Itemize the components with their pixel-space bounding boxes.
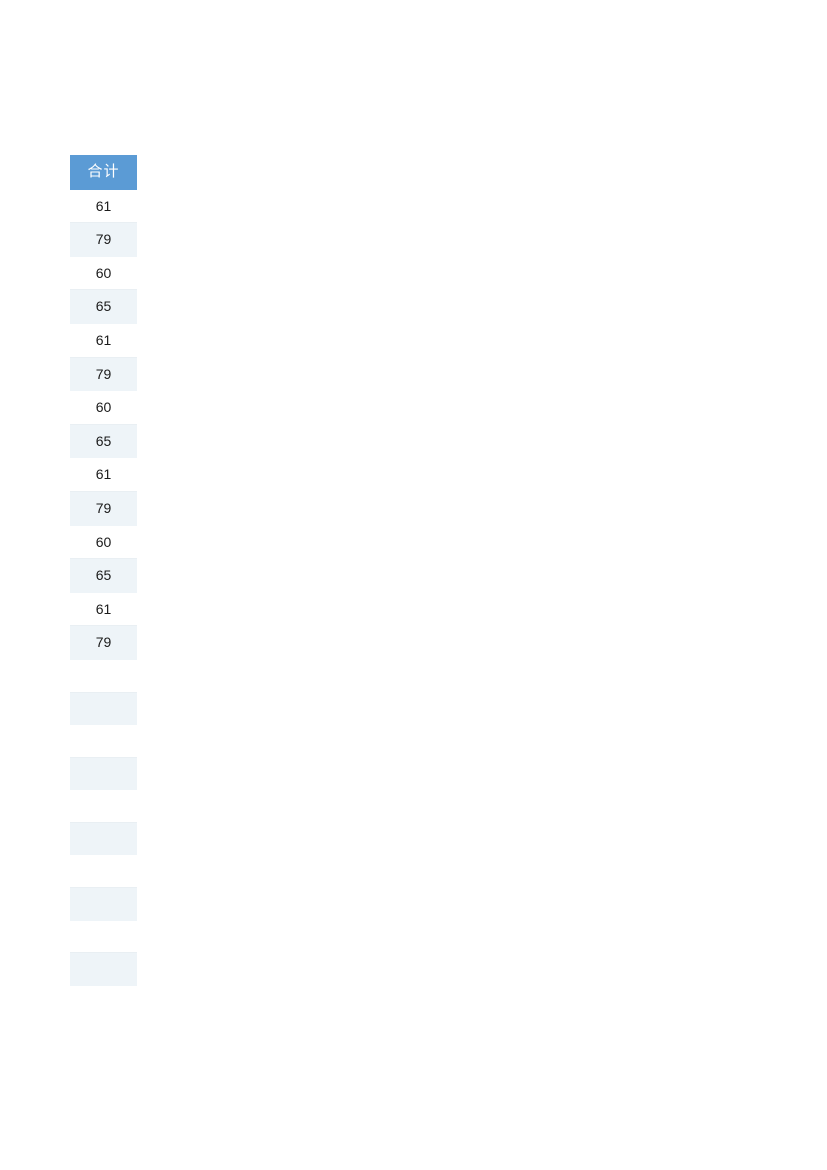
cell-total[interactable]	[70, 658, 137, 693]
cell-total[interactable]	[70, 789, 137, 823]
table-body: 61 79 60 65 61 79 60 65 61 79 60 65 61 79	[70, 188, 137, 986]
table-row: 79	[70, 356, 137, 392]
table-row: 60	[70, 390, 137, 425]
table-row	[70, 952, 137, 986]
table-row: 65	[70, 423, 137, 459]
cell-total[interactable]: 65	[70, 423, 137, 459]
table-row	[70, 724, 137, 758]
cell-total[interactable]: 60	[70, 255, 137, 291]
table-row: 65	[70, 558, 137, 593]
cell-total[interactable]: 60	[70, 390, 137, 425]
table-row	[70, 854, 137, 889]
table-row: 60	[70, 524, 137, 560]
cell-total[interactable]: 65	[70, 558, 137, 593]
table-row: 61	[70, 457, 137, 492]
cell-total[interactable]	[70, 854, 137, 889]
table-row: 61	[70, 322, 137, 358]
table-row	[70, 658, 137, 693]
cell-total[interactable]: 79	[70, 356, 137, 392]
table-row: 60	[70, 255, 137, 291]
cell-total[interactable]	[70, 952, 137, 986]
cell-total[interactable]: 79	[70, 625, 137, 660]
cell-total[interactable]: 61	[70, 591, 137, 627]
table-header-row: 合计	[70, 155, 137, 190]
cell-total[interactable]: 79	[70, 222, 137, 257]
table-row: 79	[70, 490, 137, 526]
table-row: 79	[70, 625, 137, 660]
cell-total[interactable]: 61	[70, 457, 137, 492]
table-row	[70, 821, 137, 856]
table-row: 61	[70, 188, 137, 224]
table-row	[70, 919, 137, 954]
table-row	[70, 756, 137, 791]
cell-total[interactable]	[70, 821, 137, 856]
cell-total[interactable]: 60	[70, 524, 137, 560]
cell-total[interactable]: 65	[70, 289, 137, 324]
column-header-total[interactable]: 合计	[70, 155, 137, 190]
cell-total[interactable]: 61	[70, 322, 137, 358]
table-row: 79	[70, 222, 137, 257]
cell-total[interactable]	[70, 887, 137, 921]
table-row: 61	[70, 591, 137, 627]
table-header: 合计	[70, 155, 137, 190]
summary-total-table: 合计 61 79 60 65 61 79 60 65 61 79 60 65 61 79	[70, 155, 137, 986]
spreadsheet-canvas: 合计 61 79 60 65 61 79 60 65 61 79 60 65 61 79	[0, 0, 827, 1170]
cell-total[interactable]: 61	[70, 188, 137, 224]
table-row	[70, 691, 137, 726]
cell-total[interactable]	[70, 756, 137, 791]
cell-total[interactable]: 79	[70, 490, 137, 526]
table-row	[70, 789, 137, 823]
cell-total[interactable]	[70, 724, 137, 758]
cell-total[interactable]	[70, 919, 137, 954]
cell-total[interactable]	[70, 691, 137, 726]
table-row: 65	[70, 289, 137, 324]
table-row	[70, 887, 137, 921]
